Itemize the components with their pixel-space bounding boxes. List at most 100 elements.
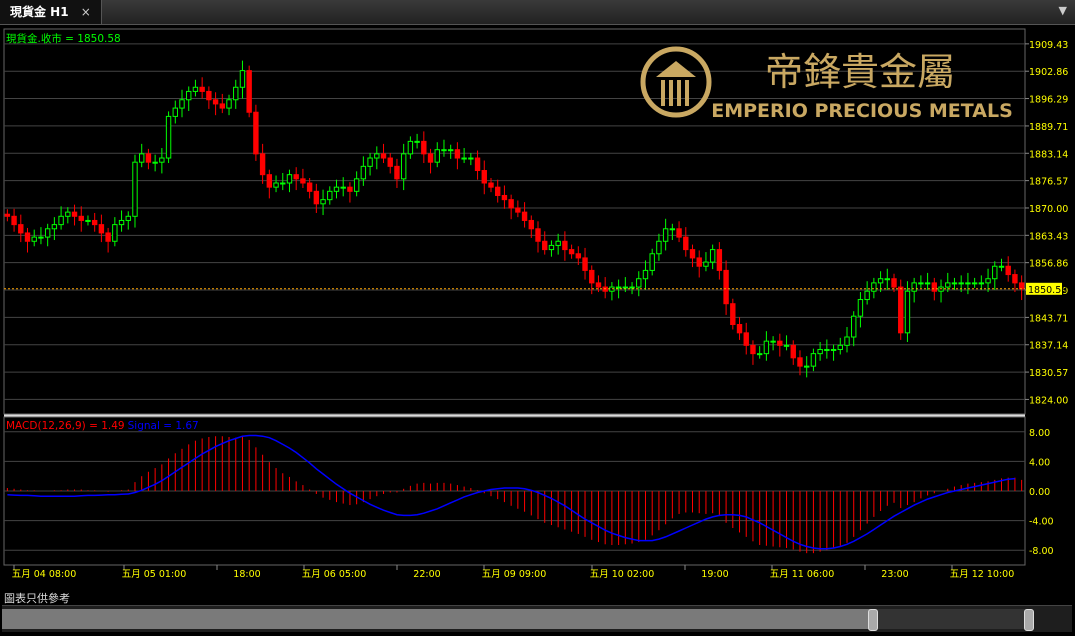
candle-body [864, 290, 870, 301]
logo-pillar [669, 80, 673, 106]
tab-chart[interactable]: 現貨金 H1 × [0, 0, 102, 24]
price-tick-label: 1909.43 [1029, 40, 1068, 51]
candle-body [421, 140, 427, 155]
candle-body [945, 282, 951, 288]
candle-body [689, 249, 696, 259]
candle-body [884, 278, 890, 281]
candle-body [515, 207, 521, 213]
candle-body [508, 199, 514, 209]
candle-body [18, 224, 24, 234]
close-icon[interactable]: × [81, 5, 91, 19]
macd-tick-label: 4.00 [1029, 457, 1050, 468]
candle-body [112, 224, 118, 242]
candle-body [481, 170, 487, 184]
candle-body [293, 174, 299, 180]
candle-body [542, 240, 548, 251]
tab-label: 現貨金 H1 [10, 5, 69, 19]
candle-body [971, 282, 978, 285]
candle-body [904, 290, 911, 334]
candle-body [340, 186, 346, 189]
candle-body [851, 315, 857, 338]
time-tick-label: 18:00 [233, 569, 260, 580]
candle-body [65, 211, 71, 217]
candle-body [24, 232, 31, 242]
candle-body [844, 336, 850, 346]
candle-body [683, 236, 689, 251]
candle-body [327, 190, 333, 201]
macd-tick-label: -8.00 [1029, 546, 1054, 557]
candle-body [206, 90, 212, 101]
candle-body [226, 99, 232, 109]
dropdown-triangle-icon[interactable]: ▼ [1059, 4, 1067, 17]
logo-pillar [661, 80, 665, 106]
candle-body [965, 282, 971, 285]
candle-body [313, 190, 320, 205]
candle-body [555, 240, 561, 246]
candle-body [750, 344, 756, 355]
price-tick-label: 1902.86 [1029, 67, 1068, 78]
candle-body [649, 253, 655, 271]
time-tick-label: 五月 10 02:00 [590, 569, 655, 580]
candle-body [259, 153, 266, 176]
candle-body [877, 278, 884, 284]
candle-body [199, 86, 205, 92]
candle-body [306, 182, 313, 192]
candle-body [286, 174, 293, 184]
candle-body [394, 165, 400, 180]
candle-body [360, 165, 367, 180]
price-legend-text: 現貨金.收市 = 1850.58 [6, 32, 121, 45]
candle-body [58, 215, 64, 226]
chart-canvas[interactable]: 1824.001830.571837.141843.711850.291856.… [0, 25, 1075, 605]
last-price-label: 1850.58 [1028, 285, 1067, 296]
price-tick-label: 1870.00 [1029, 204, 1068, 215]
price-tick-label: 1889.71 [1029, 122, 1068, 133]
candle-body [783, 344, 790, 347]
candle-body [911, 282, 917, 292]
candle-body [857, 299, 864, 317]
macd-signal-text: Signal = 1.67 [128, 420, 199, 432]
candle-body [441, 149, 447, 152]
scroll-grip-left-handle[interactable] [868, 609, 878, 631]
price-tick-label: 1883.14 [1029, 149, 1068, 160]
macd-legend-text: MACD(12,26,9) = 1.49 Signal = 1.67 [6, 420, 199, 432]
candle-body [353, 178, 360, 192]
time-tick-label: 23:00 [881, 569, 908, 580]
candle-body [165, 115, 172, 159]
chart-scrollbar[interactable] [2, 605, 1072, 632]
candle-body [562, 240, 568, 251]
candle-body [998, 265, 1005, 268]
macd-tick-label: 0.00 [1029, 487, 1050, 498]
time-tick-label: 22:00 [413, 569, 440, 580]
time-tick-label: 五月 04 08:00 [12, 569, 77, 580]
candle-body [407, 140, 414, 155]
price-tick-label: 1843.71 [1029, 313, 1068, 324]
candle-body [468, 157, 474, 160]
time-tick-label: 五月 12 10:00 [950, 569, 1015, 580]
time-tick-label: 五月 11 06:00 [770, 569, 835, 580]
price-tick-label: 1856.86 [1029, 259, 1068, 270]
candle-body [790, 344, 796, 359]
candle-body [152, 161, 158, 164]
candle-body [548, 244, 555, 251]
candle-body [186, 90, 192, 101]
candle-body [233, 86, 239, 101]
candle-body [105, 232, 111, 242]
overview-sparkline [2, 609, 1032, 629]
candle-body [676, 228, 682, 238]
candle-body [11, 215, 17, 226]
candle-body [535, 228, 541, 242]
candle-body [434, 149, 440, 163]
candle-body [756, 353, 763, 356]
candle-body [918, 282, 924, 285]
candle-body [777, 340, 783, 346]
price-tick-label: 1896.29 [1029, 95, 1068, 106]
time-tick-label: 五月 09 09:00 [482, 569, 547, 580]
candle-body [501, 194, 508, 201]
scroll-grip-right-handle[interactable] [1024, 609, 1034, 631]
candle-body [669, 228, 676, 231]
candle-body [132, 161, 138, 217]
candle-body [636, 278, 642, 288]
price-tick-label: 1876.57 [1029, 177, 1068, 188]
price-tick-label: 1824.00 [1029, 395, 1068, 406]
candle-body [656, 240, 662, 255]
